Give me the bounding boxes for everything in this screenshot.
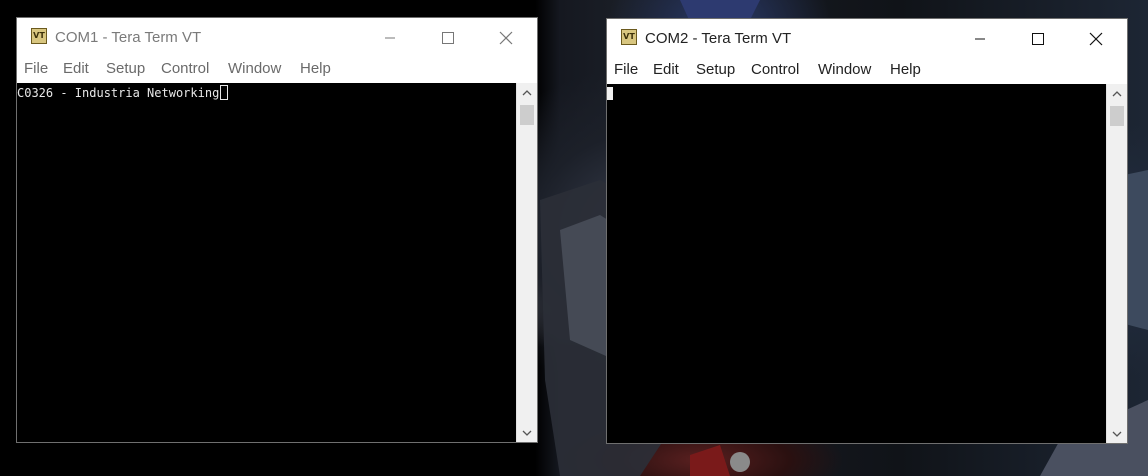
chevron-down-icon: [522, 430, 532, 436]
title-bar[interactable]: VT COM1 - Tera Term VT: [17, 18, 537, 58]
tera-term-app-icon: VT: [621, 29, 637, 45]
close-button[interactable]: [477, 18, 535, 58]
menu-file[interactable]: File: [24, 60, 48, 77]
menu-control[interactable]: Control: [161, 60, 209, 77]
menu-setup[interactable]: Setup: [696, 61, 735, 78]
minimize-icon: [385, 37, 395, 39]
vertical-scrollbar[interactable]: [516, 83, 537, 442]
scroll-down-button[interactable]: [1107, 425, 1127, 443]
menu-edit[interactable]: Edit: [63, 60, 89, 77]
window-title: COM2 - Tera Term VT: [645, 30, 792, 47]
menu-window[interactable]: Window: [228, 60, 281, 77]
menu-bar: File Edit Setup Control Window Help: [607, 59, 1127, 83]
menu-edit[interactable]: Edit: [653, 61, 679, 78]
close-button[interactable]: [1067, 19, 1125, 59]
maximize-icon: [442, 32, 454, 44]
menu-window[interactable]: Window: [818, 61, 871, 78]
minimize-icon: [975, 38, 985, 40]
menu-bar: File Edit Setup Control Window Help: [17, 58, 537, 82]
terminal-cursor: [607, 87, 613, 100]
menu-help[interactable]: Help: [300, 60, 331, 77]
terminal-cursor: [220, 85, 229, 100]
scroll-down-button[interactable]: [517, 424, 537, 442]
tera-term-app-icon: VT: [31, 28, 47, 44]
window-title: COM1 - Tera Term VT: [55, 29, 202, 46]
scroll-thumb[interactable]: [520, 105, 534, 125]
menu-setup[interactable]: Setup: [106, 60, 145, 77]
terminal-area[interactable]: [607, 84, 1106, 443]
scroll-up-button[interactable]: [517, 83, 537, 101]
title-bar[interactable]: VT COM2 - Tera Term VT: [607, 19, 1127, 59]
maximize-button[interactable]: [1009, 19, 1067, 59]
scroll-up-button[interactable]: [1107, 84, 1127, 102]
close-icon: [499, 31, 513, 45]
menu-help[interactable]: Help: [890, 61, 921, 78]
maximize-icon: [1032, 33, 1044, 45]
terminal-area[interactable]: C0326 - Industria Networking: [17, 83, 516, 442]
chevron-up-icon: [522, 89, 532, 95]
menu-file[interactable]: File: [614, 61, 638, 78]
chevron-down-icon: [1112, 431, 1122, 437]
menu-control[interactable]: Control: [751, 61, 799, 78]
tera-term-window-com1[interactable]: VT COM1 - Tera Term VT File Edit Setup C…: [16, 17, 538, 443]
vertical-scrollbar[interactable]: [1106, 84, 1127, 443]
close-icon: [1089, 32, 1103, 46]
scroll-thumb[interactable]: [1110, 106, 1124, 126]
maximize-button[interactable]: [419, 18, 477, 58]
chevron-up-icon: [1112, 90, 1122, 96]
minimize-button[interactable]: [951, 19, 1009, 59]
terminal-output-line: C0326 - Industria Networking: [17, 86, 220, 100]
tera-term-window-com2[interactable]: VT COM2 - Tera Term VT File Edit Setup C…: [606, 18, 1128, 444]
minimize-button[interactable]: [361, 18, 419, 58]
